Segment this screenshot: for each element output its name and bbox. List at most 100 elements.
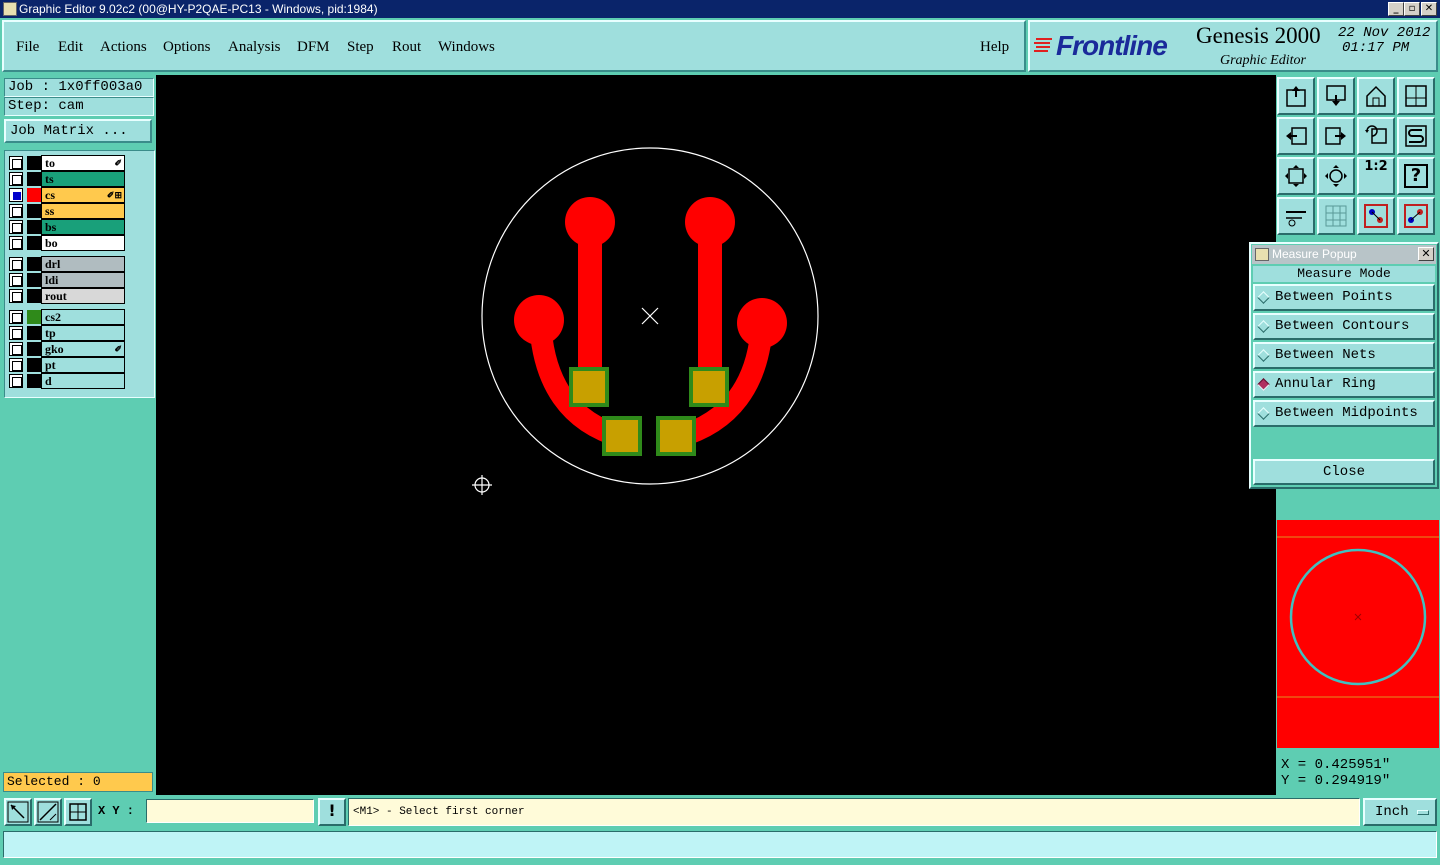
layer-color-swatch[interactable] bbox=[27, 342, 41, 356]
tool-button-9[interactable] bbox=[1317, 157, 1355, 195]
window-close-button[interactable]: ✕ bbox=[1421, 2, 1437, 16]
layer-color-swatch[interactable] bbox=[27, 188, 41, 202]
layer-row-pt[interactable]: pt bbox=[7, 357, 127, 373]
menu-edit[interactable]: Edit bbox=[58, 39, 83, 56]
radio-diamond-icon[interactable] bbox=[1257, 349, 1270, 362]
measure-option-between-midpoints[interactable]: Between Midpoints bbox=[1253, 400, 1435, 427]
layer-checkbox[interactable] bbox=[9, 188, 23, 202]
tool-button-3[interactable] bbox=[1397, 77, 1435, 115]
layer-checkbox[interactable] bbox=[9, 289, 23, 303]
layer-color-swatch[interactable] bbox=[27, 204, 41, 218]
measure-popup-close-icon[interactable]: ✕ bbox=[1418, 247, 1434, 261]
layer-row-ldi[interactable]: ldi bbox=[7, 272, 127, 288]
measure-option-annular-ring[interactable]: Annular Ring bbox=[1253, 371, 1435, 398]
layer-row-cs2[interactable]: cs2 bbox=[7, 309, 127, 325]
layer-name[interactable]: ldi bbox=[41, 272, 125, 288]
job-matrix-button[interactable]: Job Matrix ... bbox=[4, 119, 152, 143]
layer-color-swatch[interactable] bbox=[27, 358, 41, 372]
layer-color-swatch[interactable] bbox=[27, 289, 41, 303]
menu-step[interactable]: Step bbox=[347, 39, 374, 56]
layer-name[interactable]: pt bbox=[41, 357, 125, 373]
layer-row-bo[interactable]: bo bbox=[7, 235, 127, 251]
menu-file[interactable]: File bbox=[16, 39, 39, 56]
menu-help[interactable]: Help bbox=[980, 39, 1009, 56]
tool-button-0[interactable] bbox=[1277, 77, 1315, 115]
radio-diamond-icon[interactable] bbox=[1257, 320, 1270, 333]
tool-button-12[interactable] bbox=[1277, 197, 1315, 235]
tool-button-4[interactable] bbox=[1277, 117, 1315, 155]
pcb-drawing[interactable] bbox=[156, 75, 1276, 795]
layer-row-tp[interactable]: tp bbox=[7, 325, 127, 341]
layer-checkbox[interactable] bbox=[9, 257, 23, 271]
layer-name[interactable]: cs2 bbox=[41, 309, 125, 325]
menu-analysis[interactable]: Analysis bbox=[228, 39, 281, 56]
layer-name[interactable]: gko ✐ bbox=[41, 341, 125, 357]
xy-input[interactable] bbox=[146, 799, 314, 823]
layer-checkbox[interactable] bbox=[9, 220, 23, 234]
layer-name[interactable]: to ✐ bbox=[41, 155, 125, 171]
layer-row-to[interactable]: to ✐ bbox=[7, 155, 127, 171]
layer-color-swatch[interactable] bbox=[27, 257, 41, 271]
layer-row-gko[interactable]: gko ✐ bbox=[7, 341, 127, 357]
layer-checkbox[interactable] bbox=[9, 374, 23, 388]
layer-row-ss[interactable]: ss bbox=[7, 203, 127, 219]
menu-actions[interactable]: Actions bbox=[100, 39, 147, 56]
tool-button-2[interactable] bbox=[1357, 77, 1395, 115]
layer-color-swatch[interactable] bbox=[27, 273, 41, 287]
layer-checkbox[interactable] bbox=[9, 358, 23, 372]
measure-option-between-nets[interactable]: Between Nets bbox=[1253, 342, 1435, 369]
layer-name[interactable]: bs bbox=[41, 219, 125, 235]
menu-windows[interactable]: Windows bbox=[438, 39, 495, 56]
measure-popup-titlebar[interactable]: Measure Popup ✕ bbox=[1252, 245, 1436, 264]
layer-color-swatch[interactable] bbox=[27, 236, 41, 250]
layer-row-rout[interactable]: rout bbox=[7, 288, 127, 304]
layer-checkbox[interactable] bbox=[9, 310, 23, 324]
layer-row-drl[interactable]: drl bbox=[7, 256, 127, 272]
layer-name[interactable]: tp bbox=[41, 325, 125, 341]
tool-button-6[interactable] bbox=[1357, 117, 1395, 155]
radio-diamond-icon[interactable] bbox=[1257, 291, 1270, 304]
layer-name[interactable]: drl bbox=[41, 256, 125, 272]
layer-checkbox[interactable] bbox=[9, 204, 23, 218]
tool-button-7[interactable] bbox=[1397, 117, 1435, 155]
app-icon[interactable] bbox=[3, 2, 17, 16]
layer-row-d[interactable]: d bbox=[7, 373, 127, 389]
layer-color-swatch[interactable] bbox=[27, 326, 41, 340]
minimize-button[interactable]: _ bbox=[1388, 2, 1404, 16]
snap-tool-button[interactable] bbox=[4, 798, 32, 826]
grid-snap-button[interactable] bbox=[64, 798, 92, 826]
menu-options[interactable]: Options bbox=[163, 39, 211, 56]
measure-option-between-points[interactable]: Between Points bbox=[1253, 284, 1435, 311]
tool-button-5[interactable] bbox=[1317, 117, 1355, 155]
tool-button-8[interactable] bbox=[1277, 157, 1315, 195]
layer-name[interactable]: rout bbox=[41, 288, 125, 304]
tool-button-13[interactable] bbox=[1317, 197, 1355, 235]
tool-button-14[interactable] bbox=[1357, 197, 1395, 235]
tool-button-11[interactable]: ? bbox=[1397, 157, 1435, 195]
layer-checkbox[interactable] bbox=[9, 273, 23, 287]
layer-checkbox[interactable] bbox=[9, 236, 23, 250]
layer-name[interactable]: ts bbox=[41, 171, 125, 187]
layer-color-swatch[interactable] bbox=[27, 172, 41, 186]
measure-tool-button[interactable] bbox=[34, 798, 62, 826]
layer-color-swatch[interactable] bbox=[27, 156, 41, 170]
layer-checkbox[interactable] bbox=[9, 156, 23, 170]
layer-checkbox[interactable] bbox=[9, 342, 23, 356]
layer-row-bs[interactable]: bs bbox=[7, 219, 127, 235]
layer-row-ts[interactable]: ts bbox=[7, 171, 127, 187]
layer-name[interactable]: ss bbox=[41, 203, 125, 219]
layer-name[interactable]: d bbox=[41, 373, 125, 389]
layer-name[interactable]: bo bbox=[41, 235, 125, 251]
menu-rout[interactable]: Rout bbox=[392, 39, 421, 56]
layer-color-swatch[interactable] bbox=[27, 374, 41, 388]
graphic-canvas[interactable] bbox=[156, 75, 1276, 795]
layer-color-swatch[interactable] bbox=[27, 310, 41, 324]
layer-row-cs[interactable]: cs ✐⊞ bbox=[7, 187, 127, 203]
layer-checkbox[interactable] bbox=[9, 172, 23, 186]
preview-panel[interactable] bbox=[1277, 520, 1439, 748]
radio-diamond-icon[interactable] bbox=[1257, 378, 1270, 391]
layer-name[interactable]: cs ✐⊞ bbox=[41, 187, 125, 203]
alert-button[interactable]: ! bbox=[318, 798, 346, 826]
measure-option-between-contours[interactable]: Between Contours bbox=[1253, 313, 1435, 340]
unit-selector[interactable]: Inch bbox=[1363, 798, 1437, 826]
